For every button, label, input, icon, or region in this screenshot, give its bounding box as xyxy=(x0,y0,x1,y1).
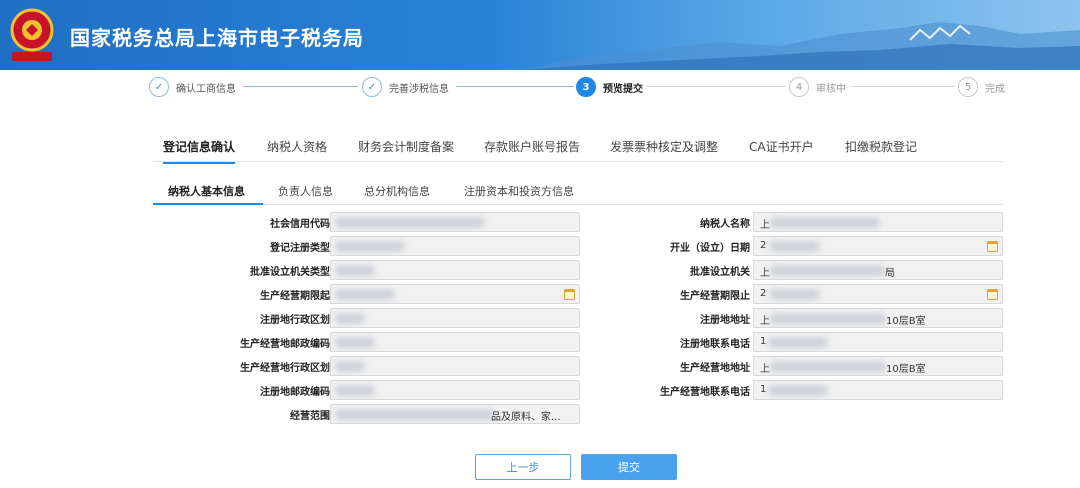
redacted-value xyxy=(335,313,365,324)
form-label-row: 注册地地址 xyxy=(700,315,750,326)
subtab-branch-info[interactable]: 总分机构信息 xyxy=(364,183,430,199)
check-icon: ✓ xyxy=(362,77,382,97)
form-label-row: 生产经营地联系电话 xyxy=(660,387,750,398)
step-number: 4 xyxy=(789,77,809,97)
redacted-value xyxy=(335,289,395,300)
redacted-value xyxy=(770,241,820,252)
redacted-value xyxy=(335,385,375,396)
submit-button[interactable]: 提交 xyxy=(581,454,677,480)
tab-accounting-filing[interactable]: 财务会计制度备案 xyxy=(358,138,454,155)
step-number: 5 xyxy=(958,77,978,97)
form-label-row: 生产经营期限起 xyxy=(260,291,330,302)
tab-registration-confirm[interactable]: 登记信息确认 xyxy=(163,138,236,164)
opening-date-field[interactable]: 2 xyxy=(753,236,1003,256)
redacted-value xyxy=(770,265,885,276)
redacted-value xyxy=(770,313,886,324)
form-label-row: 经营范围 xyxy=(290,411,330,422)
redacted-value xyxy=(770,217,880,228)
form-label-row: 生产经营期限止 xyxy=(680,291,750,302)
active-subtab-indicator xyxy=(153,203,263,205)
registration-type-field[interactable] xyxy=(330,236,580,256)
business-address-field[interactable]: 上 10层B室 xyxy=(753,356,1003,376)
site-header: 国家税务总局上海市电子税务局 xyxy=(0,0,1080,70)
credit-code-field[interactable] xyxy=(330,212,580,232)
tab-invoice-type[interactable]: 发票票种核定及调整 xyxy=(610,138,718,155)
step-under-review: 4 审核中 xyxy=(789,76,846,98)
business-district-field[interactable] xyxy=(330,356,580,376)
approval-authority-type-field[interactable] xyxy=(330,260,580,280)
previous-step-button[interactable]: 上一步 xyxy=(475,454,571,480)
redacted-value xyxy=(335,409,495,420)
form-label-row: 社会信用代码 xyxy=(270,219,330,230)
approval-authority-field[interactable]: 上 局 xyxy=(753,260,1003,280)
step-preview-submit: 3 预览提交 xyxy=(576,76,643,98)
form-label-row: 批准设立机关 xyxy=(690,267,750,278)
subtab-capital-investor[interactable]: 注册资本和投资方信息 xyxy=(464,183,574,199)
form-label-row: 生产经营地地址 xyxy=(680,363,750,374)
tab-taxpayer-qualification[interactable]: 纳税人资格 xyxy=(267,138,327,155)
taxpayer-name-field[interactable]: 上 xyxy=(753,212,1003,232)
business-scope-field[interactable]: 品及原料、家... xyxy=(330,404,580,424)
registered-phone-field[interactable]: 1 xyxy=(753,332,1003,352)
form-label-row: 批准设立机关类型 xyxy=(250,267,330,278)
step-connector xyxy=(243,86,358,87)
form-label-row: 注册地邮政编码 xyxy=(260,387,330,398)
registered-district-field[interactable] xyxy=(330,308,580,328)
registered-address-field[interactable]: 上 10层B室 xyxy=(753,308,1003,328)
step-connector xyxy=(456,86,574,87)
business-period-start-field[interactable] xyxy=(330,284,580,304)
redacted-value xyxy=(335,337,375,348)
redacted-value xyxy=(335,241,405,252)
step-connector xyxy=(851,86,955,87)
tab-withholding-registration[interactable]: 扣缴税款登记 xyxy=(845,138,917,155)
step-complete-tax: ✓ 完善涉税信息 xyxy=(362,76,449,98)
calendar-icon[interactable] xyxy=(987,241,998,252)
redacted-value xyxy=(335,361,365,372)
subtab-taxpayer-basic[interactable]: 纳税人基本信息 xyxy=(168,183,245,199)
step-connector xyxy=(646,86,786,87)
step-complete: 5 完成 xyxy=(958,76,1005,98)
form-label-row: 开业（设立）日期 xyxy=(670,243,750,254)
form-label-row: 纳税人名称 xyxy=(700,219,750,230)
form-label-row: 注册地行政区划 xyxy=(260,315,330,326)
redacted-value xyxy=(770,361,886,372)
mountain-banner-image xyxy=(520,22,1080,70)
redacted-value xyxy=(768,385,828,396)
calendar-icon[interactable] xyxy=(987,289,998,300)
subtab-responsible-person[interactable]: 负责人信息 xyxy=(278,183,333,199)
redacted-value xyxy=(335,265,375,276)
form-label-row: 登记注册类型 xyxy=(270,243,330,254)
tab-ca-certificate[interactable]: CA证书开户 xyxy=(749,138,814,155)
business-period-end-field[interactable]: 2 xyxy=(753,284,1003,304)
progress-steps: ✓ 确认工商信息 ✓ 完善涉税信息 3 预览提交 4 审核中 5 完成 xyxy=(0,70,1080,104)
form-label-row: 生产经营地行政区划 xyxy=(240,363,330,374)
tax-emblem-icon xyxy=(10,8,54,61)
main-tabs: 登记信息确认 纳税人资格 财务会计制度备案 存款账户账号报告 发票票种核定及调整… xyxy=(153,132,1003,164)
business-postcode-field[interactable] xyxy=(330,332,580,352)
step-number: 3 xyxy=(576,77,596,97)
redacted-value xyxy=(768,337,828,348)
step-confirm-business: ✓ 确认工商信息 xyxy=(149,76,236,98)
calendar-icon[interactable] xyxy=(564,289,575,300)
check-icon: ✓ xyxy=(149,77,169,97)
sub-tabs: 纳税人基本信息 负责人信息 总分机构信息 注册资本和投资方信息 xyxy=(153,178,1003,205)
site-title: 国家税务总局上海市电子税务局 xyxy=(70,26,364,50)
redacted-value xyxy=(335,217,485,228)
form-label-row: 生产经营地邮政编码 xyxy=(240,339,330,350)
business-phone-field[interactable]: 1 xyxy=(753,380,1003,400)
redacted-value xyxy=(770,289,820,300)
tab-bank-account-report[interactable]: 存款账户账号报告 xyxy=(484,138,580,155)
registered-postcode-field[interactable] xyxy=(330,380,580,400)
form-label-row: 注册地联系电话 xyxy=(680,339,750,350)
